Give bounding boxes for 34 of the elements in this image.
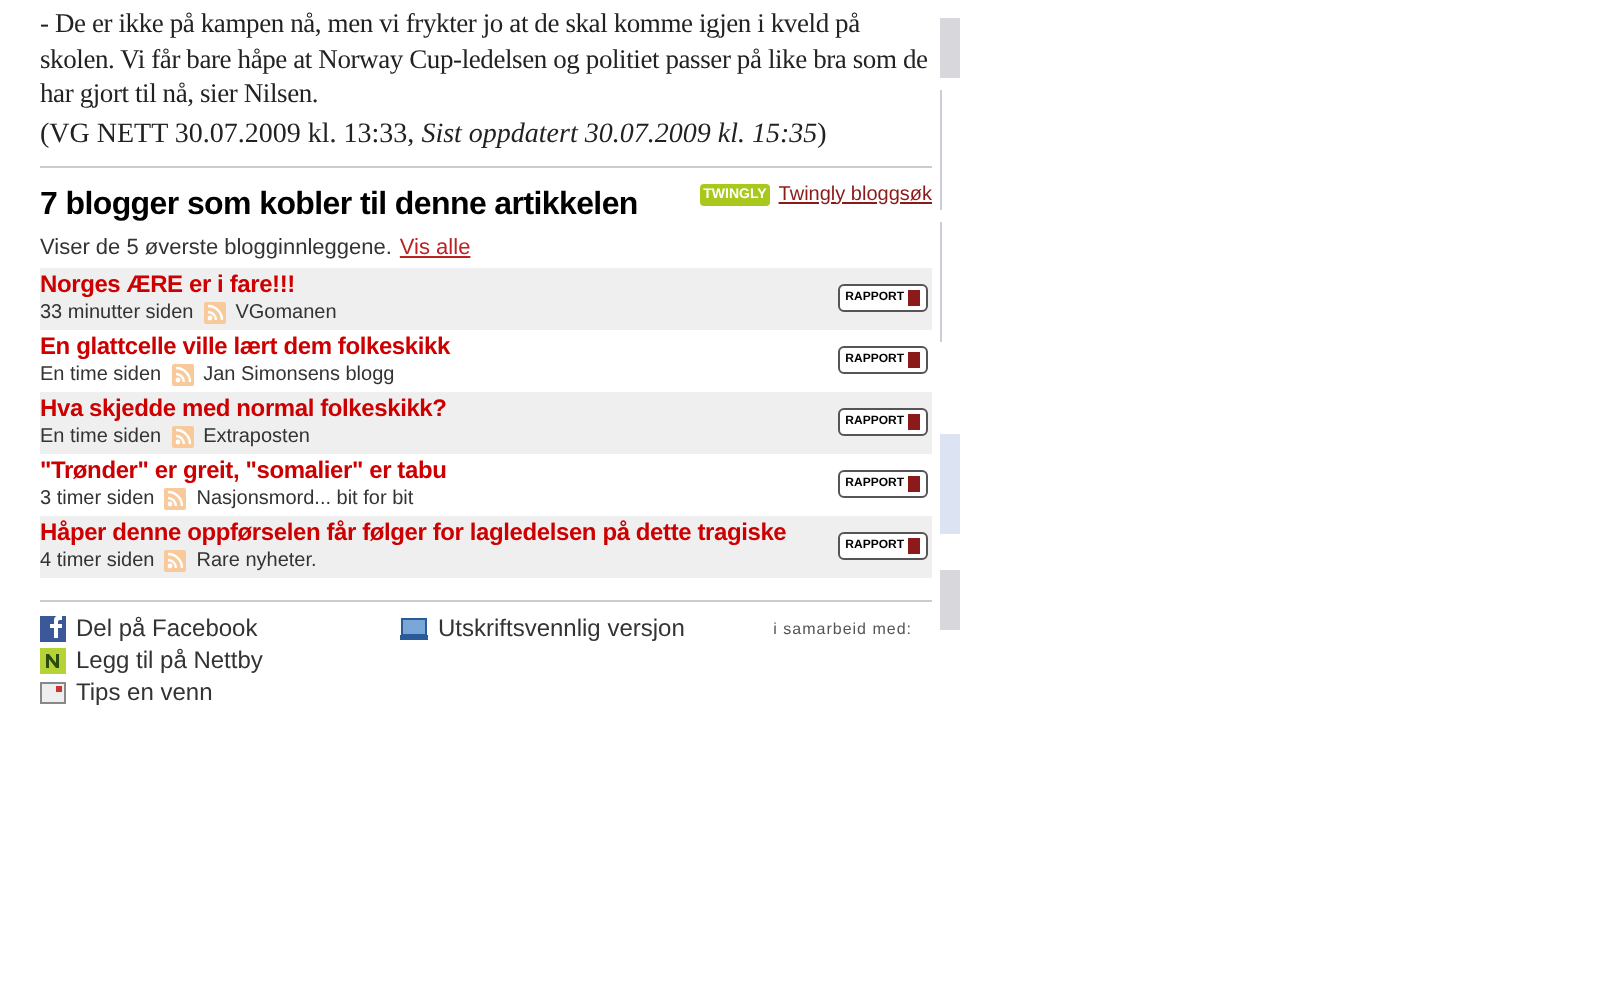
- facebook-icon: [40, 615, 66, 641]
- post-title-link[interactable]: Norges ÆRE er i fare!!!: [40, 270, 337, 300]
- post-title-link[interactable]: "Trønder" er greit, "somalier" er tabu: [40, 456, 447, 486]
- post-time: En time siden: [40, 424, 162, 450]
- show-all-link[interactable]: Vis alle: [399, 233, 471, 261]
- article-dateline: (VG NETT 30.07.2009 kl. 13:33, Sist oppdatert 30.07.2009 kl. 15:35): [40, 117, 829, 153]
- rss-icon: [164, 550, 187, 572]
- nettby-icon: [40, 647, 66, 673]
- post-time: 3 timer siden: [40, 486, 155, 512]
- rss-icon: [171, 426, 194, 448]
- blog-name: Rare nyheter.: [196, 548, 317, 574]
- share-link[interactable]: Tips en venn: [40, 677, 400, 707]
- share-link[interactable]: Del på Facebook: [40, 613, 400, 643]
- envelope-icon: [40, 681, 66, 703]
- article-paragraph: - De er ikke på kampen nå, men vi frykter jo at de skal komme igjen i kveld på skolen. Vi får bare håpe at Norway Cup-ledelsen og politiet passer på like bra som de har gjort til nå, sier Nilsen.: [40, 6, 930, 111]
- post-time: 33 minutter siden: [40, 300, 194, 326]
- blog-name: VGomanen: [235, 300, 337, 326]
- post-time: 4 timer siden: [40, 548, 155, 574]
- post-title-link[interactable]: Hva skjedde med normal folkeskikk?: [40, 394, 447, 424]
- rss-icon: [203, 302, 226, 324]
- blog-name: Extraposten: [203, 424, 310, 450]
- post-title-link[interactable]: En glattcelle ville lært dem folkeskikk: [40, 332, 450, 362]
- twingly-link[interactable]: Twingly bloggsøk: [778, 179, 932, 209]
- rss-icon: [171, 364, 194, 386]
- post-time: En time siden: [40, 362, 162, 388]
- blogs-heading: 7 blogger som kobler til denne artikkelen: [40, 185, 638, 225]
- print-link[interactable]: Utskriftsvennlig versjon: [400, 613, 685, 643]
- share-link[interactable]: Legg til på Nettby: [40, 645, 400, 675]
- blog-name: Nasjonsmord... bit for bit: [196, 486, 414, 512]
- post-title-link[interactable]: Håper denne oppførselen får følger for lagledelsen på dette tragiske: [40, 518, 787, 548]
- rss-icon: [164, 488, 187, 510]
- showing-text: Viser de 5 øverste blogginnleggene.: [40, 233, 392, 261]
- partner-label: i samarbeid med:: [773, 617, 912, 641]
- blog-name: Jan Simonsens blogg: [203, 362, 395, 388]
